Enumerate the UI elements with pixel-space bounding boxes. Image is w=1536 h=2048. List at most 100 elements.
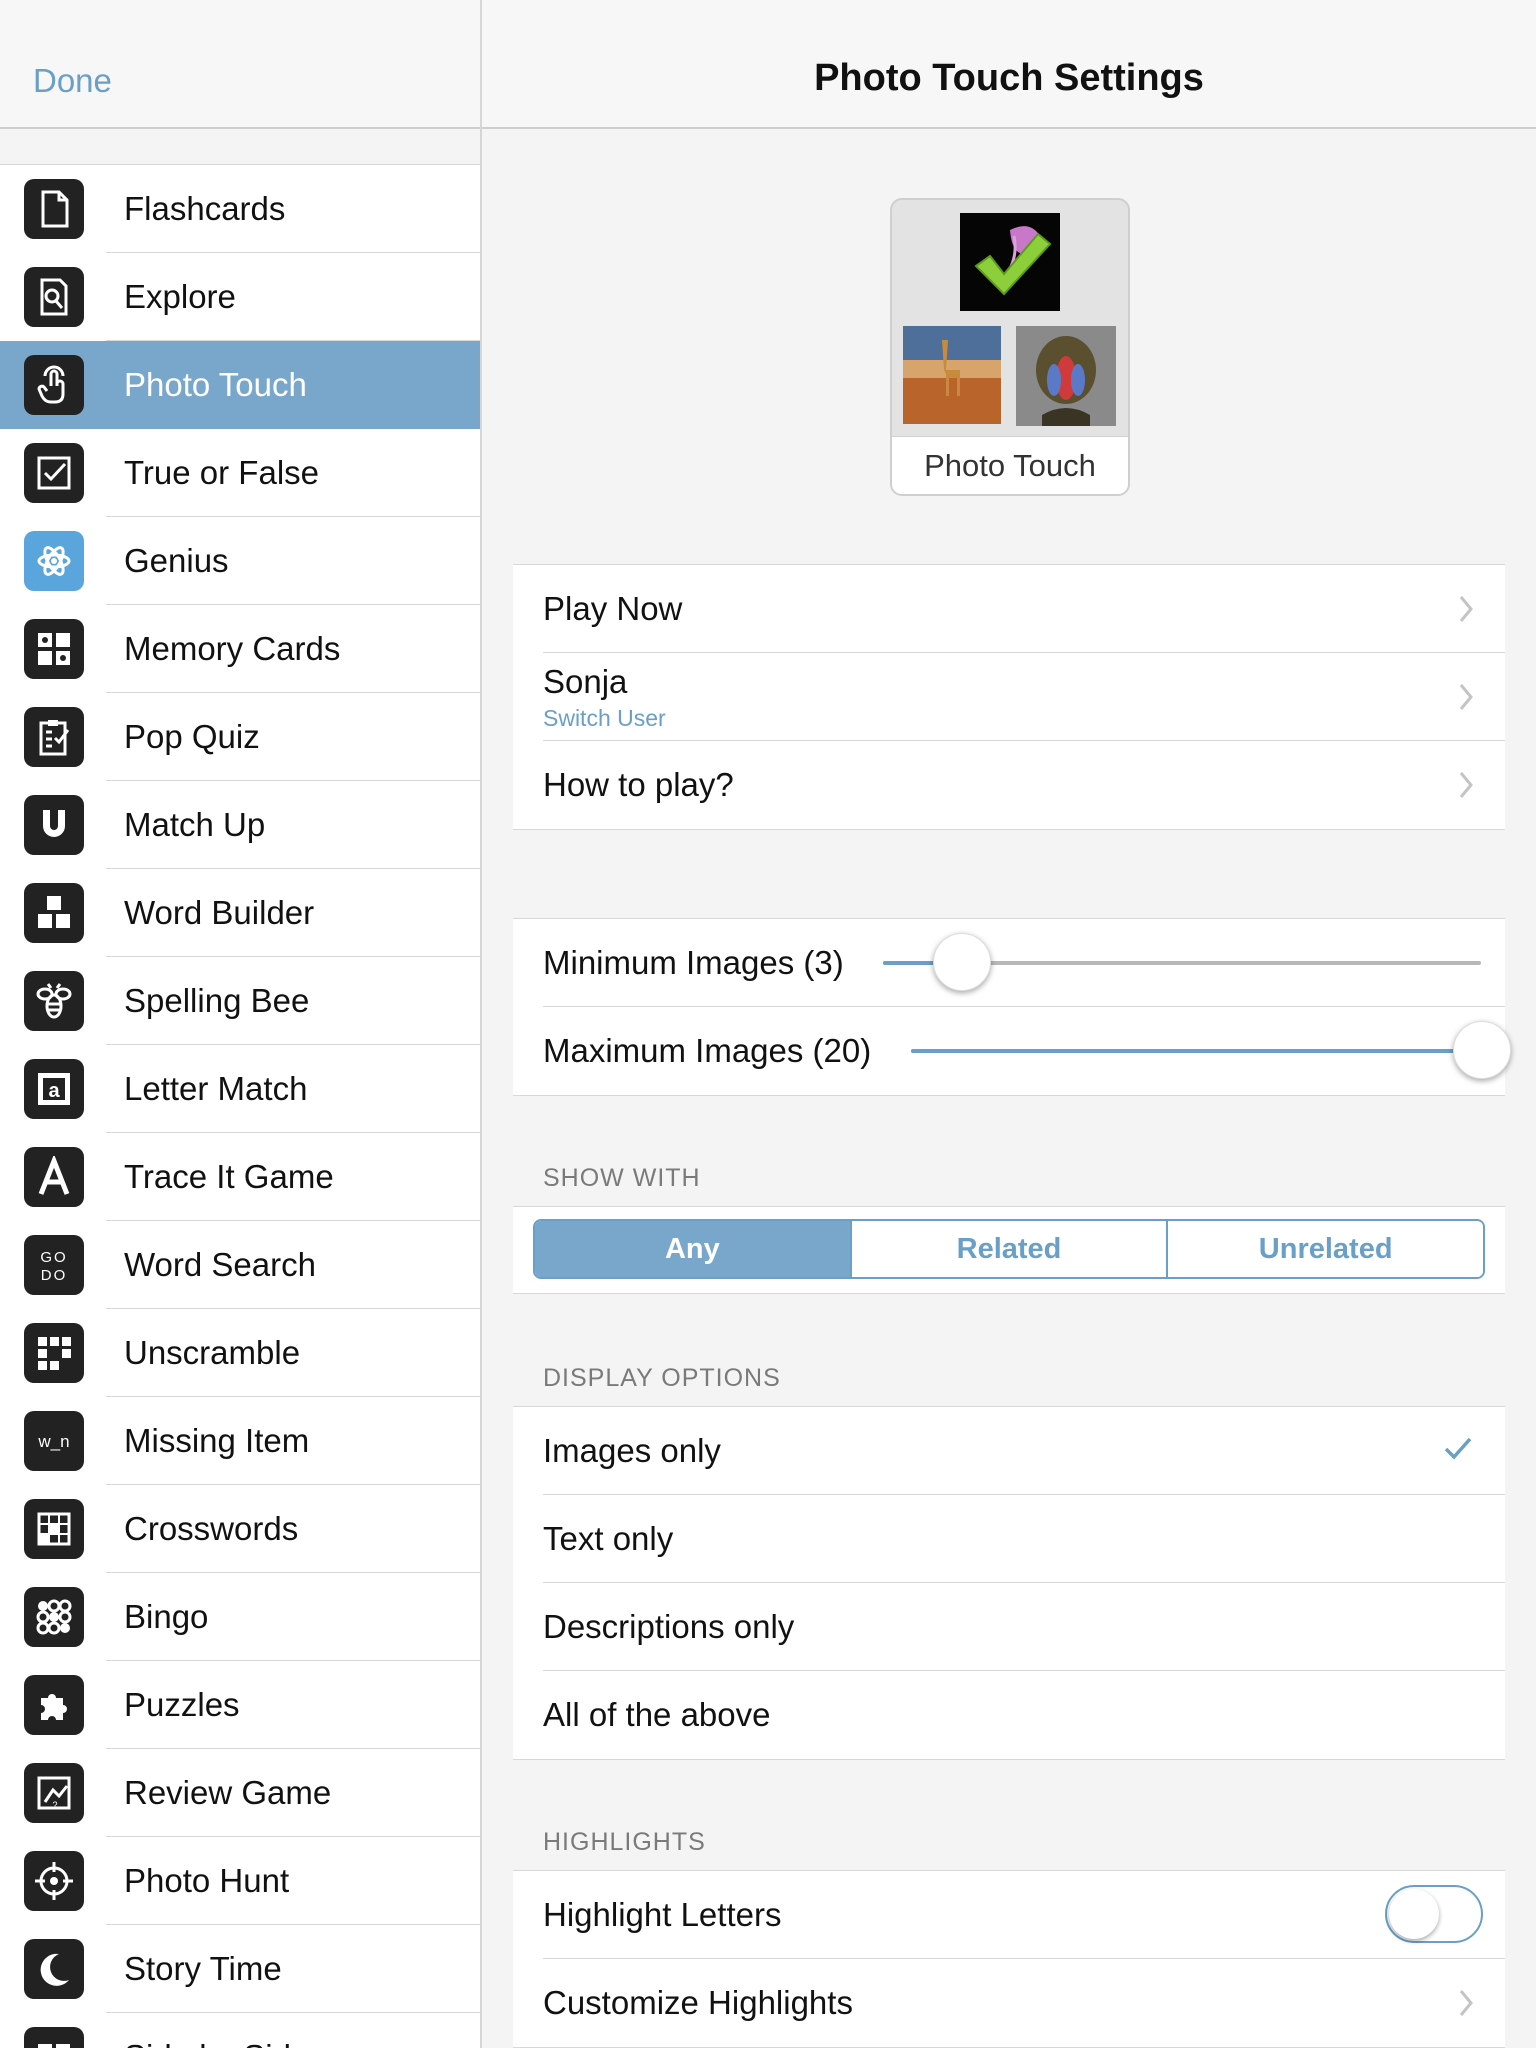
sidebar-item-unscramble[interactable]: Unscramble (0, 1309, 480, 1397)
sidebar-item-word-builder[interactable]: Word Builder (0, 869, 480, 957)
user-row[interactable]: Sonja Switch User (513, 653, 1505, 741)
switch-user-label: Switch User (543, 705, 666, 731)
max-images-slider[interactable] (911, 1021, 1511, 1079)
chevron-right-icon (1459, 1990, 1473, 2016)
display-option-images-only[interactable]: Images only (513, 1407, 1505, 1495)
done-button[interactable]: Done (33, 62, 112, 100)
chevron-right-icon (1459, 772, 1473, 798)
sidebar-item-label: Explore (124, 278, 236, 315)
sidebar-item-label: Genius (124, 542, 229, 579)
tile-label: Photo Touch (892, 436, 1128, 494)
sidebar-item-label: Letter Match (124, 1070, 308, 1107)
sidebar-item-photo-hunt[interactable]: Photo Hunt (0, 1837, 480, 1925)
sidebar-item-label: Match Up (124, 806, 266, 843)
image-count-group: Minimum Images (3) Maximum Images (20) (513, 918, 1511, 1096)
customize-highlights-row[interactable]: Customize Highlights (513, 1959, 1505, 2047)
letters-grid-icon: GO DO (24, 1235, 84, 1295)
clipboard-check-icon (24, 707, 84, 767)
sidebar-item-label: Memory Cards (124, 630, 341, 667)
display-option-label: All of the above (543, 1696, 771, 1733)
crossword-icon (24, 1499, 84, 1559)
magnifier-document-icon (24, 267, 84, 327)
svg-text:w_n: w_n (37, 1432, 69, 1451)
highlight-letters-row: Highlight Letters (513, 1871, 1505, 1959)
sidebar-item-label: Word Builder (124, 894, 315, 931)
max-images-label: Maximum Images (20) (543, 1032, 872, 1069)
max-images-row: Maximum Images (20) (513, 1007, 1511, 1095)
svg-text:a: a (48, 1080, 60, 1102)
display-option-descriptions-only[interactable]: Descriptions only (513, 1583, 1505, 1671)
sidebar-item-flashcards[interactable]: Flashcards (0, 165, 480, 253)
highlight-letters-label: Highlight Letters (543, 1896, 782, 1933)
sidebar-item-genius[interactable]: Genius (0, 517, 480, 605)
sidebar-item-crosswords[interactable]: Crosswords (0, 1485, 480, 1573)
sidebar-item-true-or-false[interactable]: True or False (0, 429, 480, 517)
min-images-slider[interactable] (883, 933, 1481, 991)
crosshair-icon (24, 1851, 84, 1911)
show-with-segmented-control: Any Related Unrelated (533, 1219, 1485, 1279)
letter-a-trace-icon (24, 1147, 84, 1207)
game-tile: Photo Touch (890, 198, 1130, 496)
display-option-label: Descriptions only (543, 1608, 795, 1645)
svg-text:GO: GO (40, 1249, 67, 1266)
min-images-row: Minimum Images (3) (513, 919, 1505, 1007)
sidebar-item-label: Puzzles (124, 1686, 240, 1723)
sidebar-item-label: Story Time (124, 1950, 282, 1987)
min-slider-knob[interactable] (932, 933, 991, 991)
how-to-play-label: How to play? (543, 766, 734, 803)
max-slider-knob[interactable] (1453, 1021, 1511, 1079)
tile-artwork (903, 213, 1116, 426)
sidebar-item-label: True or False (124, 454, 320, 491)
display-option-text-only[interactable]: Text only (513, 1495, 1505, 1583)
sidebar-item-label: Word Search (124, 1246, 316, 1283)
max-slider-fill (911, 1049, 1481, 1053)
sidebar-item-review-game[interactable]: ? Review Game (0, 1749, 480, 1837)
show-with-header: SHOW WITH (543, 1164, 701, 1192)
review-game-icon: ? (24, 1763, 84, 1823)
sidebar-item-puzzles[interactable]: Puzzles (0, 1661, 480, 1749)
giraffe-image (903, 326, 1001, 424)
display-options-group: Images only Text only Descriptions only All… (513, 1406, 1505, 1760)
sidebar-item-pop-quiz[interactable]: Pop Quiz (0, 693, 480, 781)
highlight-letters-toggle[interactable] (1385, 1885, 1483, 1943)
sidebar-item-letter-match[interactable]: a Letter Match (0, 1045, 480, 1133)
sidebar-item-photo-touch[interactable]: Photo Touch (0, 341, 480, 429)
sidebar: Done Flashcards Explore Photo Touch True or… (0, 0, 482, 2048)
sidebar-item-trace-it-game[interactable]: Trace It Game (0, 1133, 480, 1221)
sidebar-item-label: Missing Item (124, 1422, 310, 1459)
segment-any[interactable]: Any (535, 1221, 850, 1277)
display-option-all-of-the-above[interactable]: All of the above (513, 1671, 1505, 1759)
bingo-icon (24, 1587, 84, 1647)
display-option-label: Text only (543, 1520, 674, 1557)
sidebar-item-label: Pop Quiz (124, 718, 260, 755)
sidebar-item-side-by-side[interactable]: Side by Side (0, 2013, 480, 2048)
sidebar-item-spelling-bee[interactable]: Spelling Bee (0, 957, 480, 1045)
sidebar-item-label: Bingo (124, 1598, 209, 1635)
card-grid-icon (24, 619, 84, 679)
sidebar-item-explore[interactable]: Explore (0, 253, 480, 341)
sidebar-item-bingo[interactable]: Bingo (0, 1573, 480, 1661)
checkmark-icon (1444, 1437, 1472, 1460)
sidebar-item-match-up[interactable]: Match Up (0, 781, 480, 869)
sidebar-item-missing-item[interactable]: w_n Missing Item (0, 1397, 480, 1485)
min-images-label: Minimum Images (3) (543, 944, 844, 981)
sidebar-item-word-search[interactable]: GO DO Word Search (0, 1221, 480, 1309)
sidebar-item-story-time[interactable]: Story Time (0, 1925, 480, 2013)
sidebar-item-label: Photo Hunt (124, 1862, 290, 1899)
play-now-row[interactable]: Play Now (513, 565, 1505, 653)
segment-unrelated[interactable]: Unrelated (1166, 1221, 1483, 1277)
segment-related[interactable]: Related (849, 1221, 1167, 1277)
touch-hand-icon (24, 355, 84, 415)
sidebar-item-label: Photo Touch (124, 366, 307, 403)
sidebar-header: Done (0, 0, 480, 129)
settings-header: Photo Touch Settings (482, 0, 1536, 129)
magnet-icon (24, 795, 84, 855)
missing-letter-icon: w_n (24, 1411, 84, 1471)
how-to-play-row[interactable]: How to play? (513, 741, 1505, 829)
svg-text:DO: DO (41, 1267, 68, 1284)
mandrill-image (1016, 326, 1116, 426)
tile-grid-icon (24, 1323, 84, 1383)
sidebar-item-memory-cards[interactable]: Memory Cards (0, 605, 480, 693)
display-option-label: Images only (543, 1432, 721, 1469)
user-name: Sonja (543, 663, 628, 700)
